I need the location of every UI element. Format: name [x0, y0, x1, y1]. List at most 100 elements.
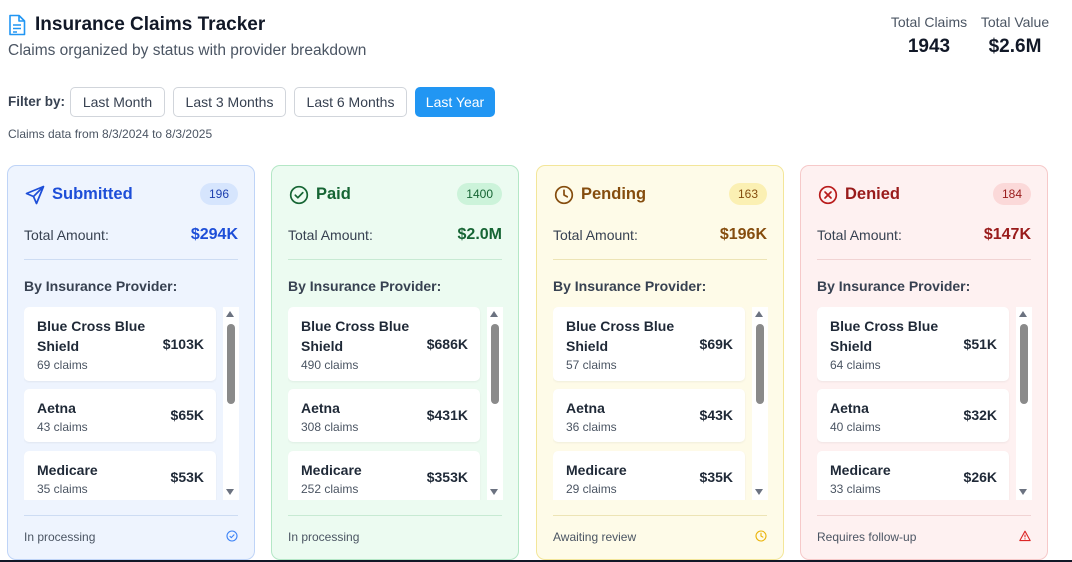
scroll-up-arrow-icon[interactable]	[226, 311, 234, 317]
total-amount-label: Total Amount:	[553, 227, 638, 243]
card-footer-text: Requires follow-up	[817, 530, 917, 544]
provider-amount: $53K	[170, 469, 204, 485]
filter-last-month-button[interactable]: Last Month	[70, 87, 165, 117]
provider-amount: $26K	[963, 469, 997, 485]
scrollbar[interactable]	[1016, 307, 1032, 500]
provider-item[interactable]: Aetna 36 claims $43K	[553, 389, 745, 442]
provider-item[interactable]: Medicare 33 claims $26K	[817, 451, 1009, 500]
provider-name: Medicare	[301, 462, 362, 478]
provider-amount: $103K	[162, 336, 204, 352]
provider-item[interactable]: Medicare 29 claims $35K	[553, 451, 745, 500]
status-card-paid: Paid 1400 Total Amount: $2.0M By Insuran…	[271, 165, 519, 560]
provider-item[interactable]: Aetna 40 claims $32K	[817, 389, 1009, 442]
total-amount-value: $147K	[983, 226, 1031, 243]
page-header: Insurance Claims Tracker Claims organize…	[0, 0, 1072, 70]
card-title: Pending	[581, 185, 647, 203]
date-range-text: Claims data from 8/3/2024 to 8/3/2025	[8, 127, 213, 141]
scrollbar-thumb[interactable]	[227, 324, 235, 404]
status-card-pending: Pending 163 Total Amount: $196K By Insur…	[536, 165, 784, 560]
provider-name: Medicare	[37, 462, 98, 478]
provider-amount: $51K	[963, 336, 997, 352]
card-footer-text: In processing	[288, 530, 360, 544]
provider-name: Blue Cross Blue Shield	[37, 318, 146, 354]
scrollbar-thumb[interactable]	[756, 324, 764, 404]
divider	[817, 515, 1031, 516]
total-claims-stat: Total Claims 1943	[888, 14, 970, 58]
provider-item[interactable]: Blue Cross Blue Shield 490 claims $686K	[288, 307, 480, 381]
provider-amount: $43K	[699, 407, 733, 423]
total-amount-value: $2.0M	[457, 226, 502, 243]
total-value-stat: Total Value $2.6M	[978, 14, 1052, 58]
scrollbar-thumb[interactable]	[1020, 324, 1028, 404]
scroll-down-arrow-icon[interactable]	[755, 489, 763, 495]
page-title: Insurance Claims Tracker	[35, 14, 266, 35]
provider-list[interactable]: Blue Cross Blue Shield 490 claims $686K …	[288, 307, 503, 500]
divider	[24, 259, 238, 260]
scroll-down-arrow-icon[interactable]	[490, 489, 498, 495]
count-badge: 1400	[457, 183, 502, 205]
provider-claims: 43 claims	[37, 420, 88, 434]
provider-name: Medicare	[566, 462, 627, 478]
provider-claims: 35 claims	[37, 482, 88, 496]
provider-amount: $431K	[426, 407, 468, 423]
total-claims-label: Total Claims	[890, 14, 968, 30]
divider	[553, 515, 767, 516]
warning-icon	[1019, 530, 1031, 542]
divider	[288, 515, 502, 516]
check-circle-icon	[226, 530, 238, 542]
provider-list[interactable]: Blue Cross Blue Shield 57 claims $69K Ae…	[553, 307, 768, 500]
provider-claims: 40 claims	[830, 420, 881, 434]
total-amount-value: $196K	[719, 226, 767, 243]
scroll-up-arrow-icon[interactable]	[490, 311, 498, 317]
total-claims-value: 1943	[907, 36, 951, 57]
provider-claims: 252 claims	[301, 482, 359, 496]
divider	[24, 515, 238, 516]
provider-claims: 33 claims	[830, 482, 881, 496]
scrollbar[interactable]	[487, 307, 503, 500]
provider-claims: 69 claims	[37, 358, 88, 372]
card-title: Submitted	[52, 185, 133, 203]
filter-label: Filter by:	[8, 94, 66, 109]
clock-icon	[554, 185, 574, 205]
divider	[817, 259, 1031, 260]
card-title: Paid	[316, 185, 351, 203]
card-footer-text: In processing	[24, 530, 96, 544]
provider-item[interactable]: Blue Cross Blue Shield 64 claims $51K	[817, 307, 1009, 381]
filter-last-3-months-button[interactable]: Last 3 Months	[173, 87, 286, 117]
provider-amount: $353K	[426, 469, 468, 485]
provider-list[interactable]: Blue Cross Blue Shield 69 claims $103K A…	[24, 307, 239, 500]
provider-item[interactable]: Blue Cross Blue Shield 69 claims $103K	[24, 307, 216, 381]
scroll-up-arrow-icon[interactable]	[755, 311, 763, 317]
provider-claims: 29 claims	[566, 482, 617, 496]
provider-item[interactable]: Medicare 252 claims $353K	[288, 451, 480, 500]
provider-list[interactable]: Blue Cross Blue Shield 64 claims $51K Ae…	[817, 307, 1032, 500]
total-amount-label: Total Amount:	[288, 227, 373, 243]
provider-item[interactable]: Aetna 308 claims $431K	[288, 389, 480, 442]
count-badge: 184	[992, 183, 1031, 205]
count-badge: 163	[728, 183, 767, 205]
provider-item[interactable]: Blue Cross Blue Shield 57 claims $69K	[553, 307, 745, 381]
page-subtitle: Claims organized by status with provider…	[8, 42, 367, 59]
scroll-down-arrow-icon[interactable]	[226, 489, 234, 495]
scroll-down-arrow-icon[interactable]	[1019, 489, 1027, 495]
provider-item[interactable]: Medicare 35 claims $53K	[24, 451, 216, 500]
filter-last-year-button[interactable]: Last Year	[415, 87, 495, 117]
provider-name: Aetna	[830, 400, 869, 416]
provider-name: Aetna	[301, 400, 340, 416]
divider	[553, 259, 767, 260]
filter-last-6-months-button[interactable]: Last 6 Months	[294, 87, 407, 117]
card-title: Denied	[845, 185, 901, 203]
scroll-up-arrow-icon[interactable]	[1019, 311, 1027, 317]
card-footer-text: Awaiting review	[553, 530, 637, 544]
provider-item[interactable]: Aetna 43 claims $65K	[24, 389, 216, 442]
divider	[288, 259, 502, 260]
provider-name: Medicare	[830, 462, 891, 478]
provider-name: Aetna	[566, 400, 605, 416]
scrollbar[interactable]	[223, 307, 239, 500]
scrollbar[interactable]	[752, 307, 768, 500]
status-card-submitted: Submitted 196 Total Amount: $294K By Ins…	[7, 165, 255, 560]
scrollbar-thumb[interactable]	[491, 324, 499, 404]
total-amount-value: $294K	[190, 226, 238, 243]
provider-heading: By Insurance Provider:	[288, 278, 442, 294]
provider-claims: 490 claims	[301, 358, 359, 372]
